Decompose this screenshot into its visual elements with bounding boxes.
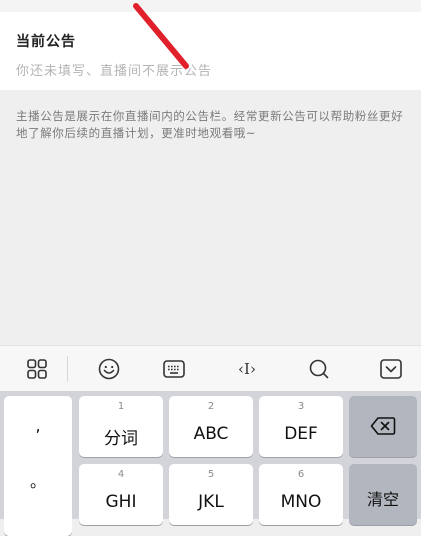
hide-keyboard-icon[interactable] (371, 346, 411, 392)
announcement-placeholder[interactable]: 你还未填写、直播间不展示公告 (16, 60, 212, 79)
key-6[interactable]: 6 MNO (259, 464, 343, 525)
key-label: ABC (193, 424, 229, 444)
key-number: 5 (207, 469, 215, 480)
nine-key-keyboard: , 。 1 分词 2 ABC 3 DEF 4 GHI 5 JKL 6 MNO 清… (0, 391, 421, 536)
announcement-title: 当前公告 (16, 34, 76, 50)
key-1[interactable]: 1 分词 (79, 396, 163, 457)
clear-button-label: 清空 (366, 490, 399, 509)
backspace-icon (370, 417, 396, 435)
key-number: 1 (117, 401, 125, 412)
key-number: 2 (207, 401, 215, 412)
key-2[interactable]: 2 ABC (169, 396, 253, 457)
key-label: MNO (280, 492, 322, 512)
grid-icon[interactable] (17, 346, 57, 392)
top-strip (0, 0, 421, 12)
backspace-button[interactable] (349, 396, 417, 457)
key-label: GHI (105, 492, 137, 512)
key-3[interactable]: 3 DEF (259, 396, 343, 457)
toolbar-separator (67, 356, 68, 382)
key-number: 3 (297, 401, 305, 412)
key-number: 6 (297, 469, 305, 480)
key-number: 4 (117, 469, 125, 480)
punctuation-column[interactable]: , 。 (4, 396, 72, 536)
key-label: 分词 (104, 429, 138, 449)
punct-period[interactable]: 。 (4, 468, 72, 492)
cursor-move-glyph: ‹I› (238, 360, 256, 378)
keyboard-toolbar: ‹I› (0, 345, 421, 392)
key-4[interactable]: 4 GHI (79, 464, 163, 525)
cursor-move-icon[interactable]: ‹I› (227, 346, 267, 392)
emoji-icon[interactable] (89, 346, 129, 392)
punct-comma[interactable]: , (4, 416, 72, 435)
announcement-card[interactable]: 当前公告 你还未填写、直播间不展示公告 (0, 12, 421, 90)
key-label: JKL (198, 492, 224, 512)
search-icon[interactable] (299, 346, 339, 392)
announcement-description: 主播公告是展示在你直播间内的公告栏。经常更新公告可以帮助粉丝更好地了解你后续的直… (16, 109, 404, 140)
key-label: DEF (284, 424, 318, 444)
key-5[interactable]: 5 JKL (169, 464, 253, 525)
clear-button[interactable]: 清空 (349, 464, 417, 525)
keyboard-icon[interactable] (154, 346, 194, 392)
